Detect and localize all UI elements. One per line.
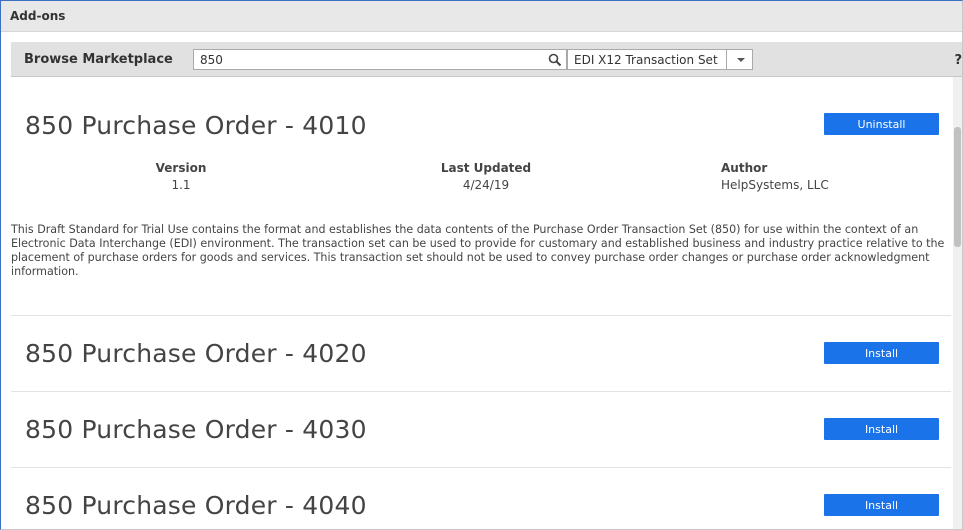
uninstall-button[interactable]: Uninstall bbox=[824, 113, 939, 135]
window-title-text: Add-ons bbox=[10, 9, 66, 23]
addon-description: This Draft Standard for Trial Use contai… bbox=[11, 223, 945, 278]
last-updated-column: Last Updated 4/24/19 bbox=[416, 161, 556, 192]
addon-title: 850 Purchase Order - 4040 bbox=[25, 491, 367, 520]
marketplace-toolbar: Browse Marketplace EDI X12 Transaction S… bbox=[11, 42, 962, 77]
dropdown-selected-value: EDI X12 Transaction Set bbox=[574, 53, 718, 67]
author-label: Author bbox=[721, 161, 768, 175]
author-column: Author HelpSystems, LLC bbox=[721, 161, 851, 192]
dropdown-divider bbox=[726, 50, 727, 69]
transaction-set-dropdown[interactable]: EDI X12 Transaction Set bbox=[567, 49, 753, 70]
addon-title: 850 Purchase Order - 4030 bbox=[25, 415, 367, 444]
install-button[interactable]: Install bbox=[824, 418, 939, 440]
addons-window: Add-ons Browse Marketplace EDI X12 Trans… bbox=[0, 0, 963, 530]
version-column: Version 1.1 bbox=[121, 161, 241, 192]
divider bbox=[11, 391, 951, 392]
version-value: 1.1 bbox=[171, 178, 191, 192]
search-input[interactable] bbox=[200, 52, 530, 68]
install-button[interactable]: Install bbox=[824, 342, 939, 364]
search-field[interactable] bbox=[193, 49, 567, 70]
divider bbox=[11, 467, 951, 468]
version-label: Version bbox=[155, 161, 207, 175]
install-button[interactable]: Install bbox=[824, 494, 939, 516]
browse-marketplace-label: Browse Marketplace bbox=[24, 52, 173, 67]
scrollbar-thumb[interactable] bbox=[954, 127, 961, 247]
window-title: Add-ons bbox=[1, 1, 962, 32]
author-value: HelpSystems, LLC bbox=[721, 178, 829, 192]
last-updated-value: 4/24/19 bbox=[462, 178, 510, 192]
last-updated-label: Last Updated bbox=[440, 161, 532, 175]
search-icon[interactable] bbox=[548, 53, 562, 67]
addon-list: 850 Purchase Order - 4010 Uninstall Vers… bbox=[11, 77, 951, 529]
divider bbox=[11, 315, 951, 316]
addon-title: 850 Purchase Order - 4020 bbox=[25, 339, 367, 368]
vertical-scrollbar[interactable] bbox=[953, 77, 962, 529]
addon-title: 850 Purchase Order - 4010 bbox=[25, 111, 367, 140]
help-icon[interactable]: ? bbox=[954, 53, 962, 68]
chevron-down-icon[interactable] bbox=[737, 58, 745, 62]
